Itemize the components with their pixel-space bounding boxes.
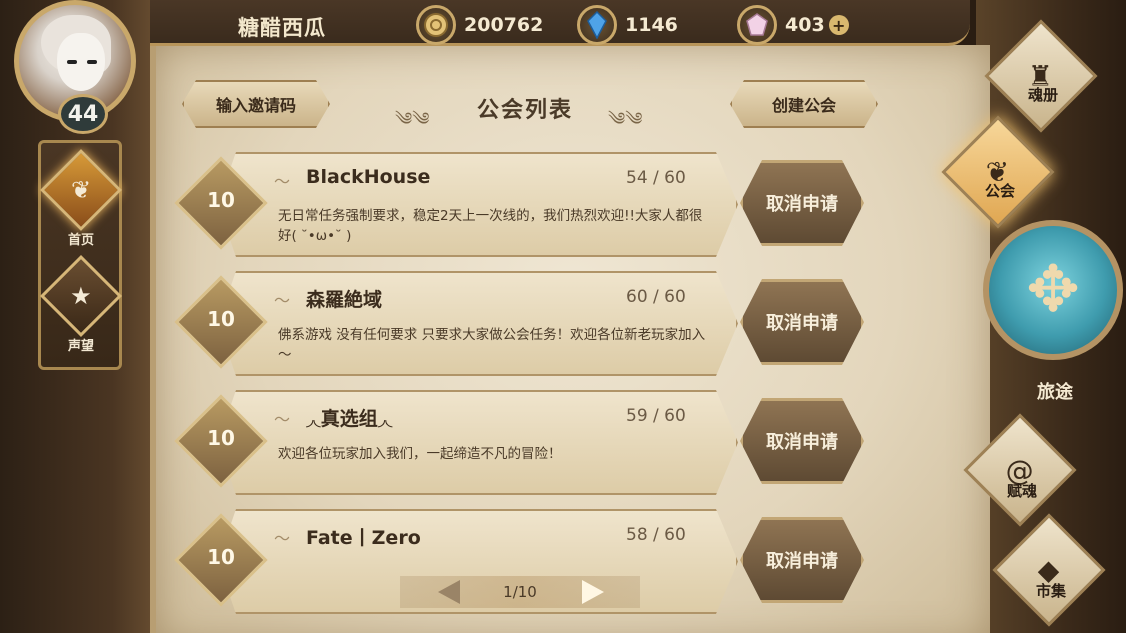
right-nav-label: 旅途 [1037,382,1073,403]
guild-description: 无日常任务强制要求，稳定2天上一次线的，我们热烈欢迎!!大家人都很好( ˘•ω•… [278,208,703,244]
currency-gold[interactable]: 200762 [416,5,543,45]
guild-level: 10 [207,307,235,331]
left-nav-item-home[interactable]: ❦ 首页 [39,148,123,248]
guild-description: 欢迎各位玩家加入我们，一起缔造不凡的冒险！ [278,446,562,462]
left-nav-label: 声望 [67,339,94,354]
guild-level: 10 [207,426,235,450]
guild-name: 森羅絶域 [306,289,383,311]
right-nav-label: 魂册 [1027,86,1058,104]
guild-member-count: 60 / 60 [626,287,686,307]
cancel-application-button[interactable]: 取消申请 [740,517,864,603]
gem-amount: 403 [785,14,825,36]
currency-gem[interactable]: 403 + [737,5,849,45]
pink-gem-icon [737,5,777,45]
next-page-arrow-icon[interactable] [582,580,604,604]
feather-banner-icon: ❦ [70,175,92,204]
guild-member-count: 54 / 60 [626,168,686,188]
currency-crystal[interactable]: 1146 [577,5,678,45]
cancel-application-button[interactable]: 取消申请 [740,398,864,484]
avatar[interactable]: 44 [2,0,158,134]
guild-name: BlackHouse [306,166,431,188]
create-guild-button[interactable]: 创建公会 [730,80,878,128]
right-nav-label: 赋魂 [1006,482,1037,500]
cancel-application-button[interactable]: 取消申请 [740,279,864,365]
player-name: 糖醋西瓜 [238,16,326,40]
guild-level: 10 [207,188,235,212]
enter-invite-code-button[interactable]: 输入邀请码 [182,80,330,128]
left-nav-label: 首页 [67,233,94,248]
guild-row[interactable]: 10 〜 森羅絶域 60 / 60 佛系游戏 没有任何要求 只要求大家做公会任务… [174,271,878,381]
add-gem-button[interactable]: + [828,15,849,35]
guild-row[interactable]: 10 〜 ◞◟真选组◞◟ 59 / 60 欢迎各位玩家加入我们，一起缔造不凡的冒… [174,390,878,500]
journey-orb-icon: ✥ [1026,253,1080,327]
right-nav-item-guild[interactable]: ❦ 公会 [941,115,1055,229]
swirl-ornament-icon: 〜 [274,529,291,548]
guild-row[interactable]: 10 〜 BlackHouse 54 / 60 无日常任务强制要求，稳定2天上一… [174,152,878,262]
title-ornament-right-icon: ༄༄ [608,109,643,130]
gold-amount: 200762 [464,14,544,36]
right-nav-item-journey[interactable]: ✥ 旅途 [975,210,1125,405]
guild-member-count: 58 / 60 [626,525,686,545]
right-nav-label: 市集 [1035,582,1066,600]
swirl-ornament-icon: 〜 [274,291,291,310]
left-nav: ❦ 首页 ★ 声望 [38,140,123,370]
prev-page-arrow-icon[interactable] [438,580,460,604]
right-nav-item-endow-soul[interactable]: @ 赋魂 [963,413,1077,527]
laurel-star-icon: ★ [70,281,92,310]
right-nav-label: 公会 [984,182,1015,200]
guild-name: ◞◟真选组◞◟ [306,408,393,430]
right-nav-item-market[interactable]: ◆ 市集 [992,513,1106,627]
left-nav-item-reputation[interactable]: ★ 声望 [39,254,123,354]
guild-level: 10 [207,545,235,569]
guild-description: 佛系游戏 没有任何要求 只要求大家做公会任务！欢迎各位新老玩家加入～ [278,327,706,363]
page-indicator: 1/10 [503,583,537,601]
swirl-ornament-icon: 〜 [274,172,291,191]
crystal-amount: 1146 [625,14,678,36]
guild-name: Fate丨Zero [306,527,421,549]
guild-member-count: 59 / 60 [626,406,686,426]
cancel-application-button[interactable]: 取消申请 [740,160,864,246]
blue-crystal-icon [577,5,617,45]
right-nav-item-soul-book[interactable]: ♜ 魂册 [984,19,1098,133]
swirl-ornament-icon: 〜 [274,410,291,429]
pagination: 1/10 [400,576,640,608]
level-badge: 44 [58,94,108,134]
gold-coin-icon [416,5,456,45]
